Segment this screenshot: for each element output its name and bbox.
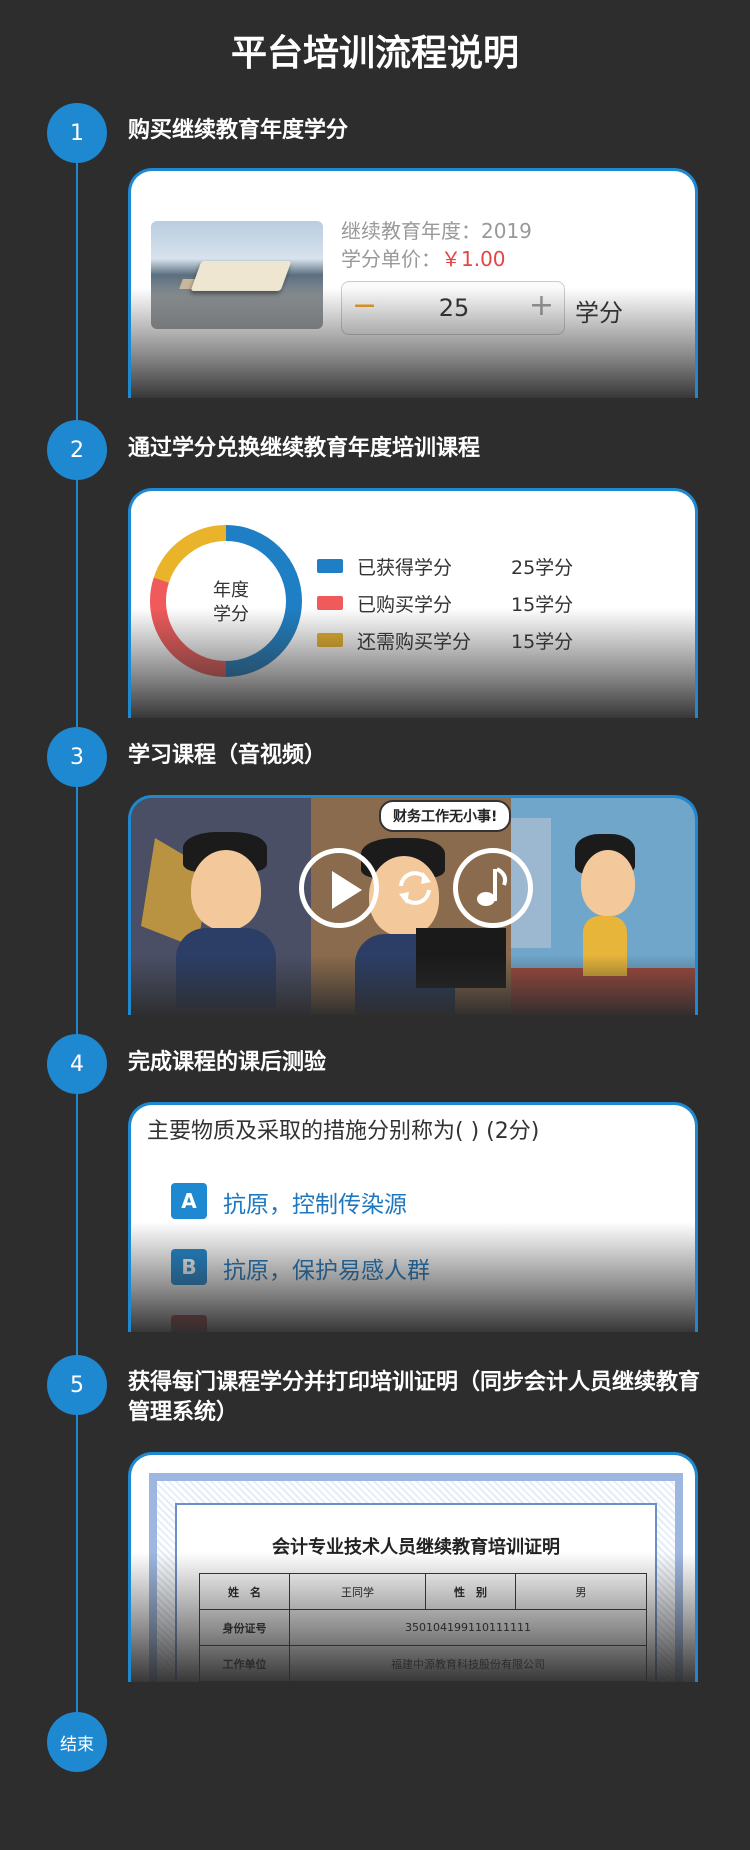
certificate: 会计专业技术人员继续教育培训证明 姓 名 王同学 性 别 男 身份证号 3501… (149, 1473, 683, 1682)
option-b-letter[interactable]: B (171, 1249, 207, 1285)
purchase-card: 继续教育年度：2019 学分单价：￥1.00 − 25 + 学分 (128, 168, 698, 398)
step-4-circle: 4 (47, 1034, 107, 1094)
step-1-circle: 1 (47, 103, 107, 163)
legend-swatch-needed (317, 633, 343, 647)
step-4-title: 完成课程的课后测验 (128, 1050, 327, 1075)
step-5-circle: 5 (47, 1355, 107, 1415)
legend-name-needed: 还需购买学分 (357, 631, 472, 653)
step-2-circle: 2 (47, 420, 107, 480)
id-label: 身份证号 (199, 1609, 290, 1646)
name-label: 姓 名 (199, 1573, 290, 1610)
year-label: 继续教育年度：2019 (341, 219, 532, 243)
price-value: ￥1.00 (441, 247, 506, 271)
legend-swatch-bought (317, 596, 343, 610)
price-label: 学分单价： (341, 247, 441, 271)
table-row: 姓 名 王同学 性 别 男 (199, 1573, 647, 1610)
legend-name-earned: 已获得学分 (357, 557, 453, 579)
step-1-title: 购买继续教育年度学分 (128, 118, 349, 143)
quiz-question: 主要物质及采取的措施分别称为( ) (2分) (147, 1119, 540, 1144)
table-row: 工作单位 福建中源教育科技股份有限公司 (199, 1645, 647, 1682)
speech-bubble: 财务工作无小事! (379, 800, 512, 832)
price-row: 学分单价：￥1.00 (341, 243, 506, 272)
donut-center-label: 年度 学分 (191, 579, 271, 627)
refresh-icon (399, 871, 431, 905)
unit-label: 工作单位 (199, 1645, 290, 1682)
donut-label-line2: 学分 (213, 604, 249, 625)
audio-button[interactable] (453, 848, 533, 928)
option-a-text[interactable]: 抗原，控制传染源 (223, 1185, 407, 1219)
credits-card: 年度学分 已获得学分 25学分 已购买学分 15学分 还需购买学分 15学分 (128, 488, 698, 718)
certificate-title: 会计专业技术人员继续教育培训证明 (272, 1537, 560, 1558)
table-row: 身份证号 350104199110111111 (199, 1609, 647, 1646)
donut-arc-needed (153, 525, 227, 583)
unit-label: 学分 (575, 299, 623, 327)
unit-value: 福建中源教育科技股份有限公司 (289, 1645, 647, 1682)
quiz-card: 主要物质及采取的措施分别称为( ) (2分) A 抗原，控制传染源 B 抗原，保… (128, 1102, 698, 1332)
option-b-text[interactable]: 抗原，保护易感人群 (223, 1251, 430, 1285)
monitor-shape (416, 928, 506, 988)
id-value: 350104199110111111 (289, 1609, 647, 1646)
play-button[interactable] (299, 848, 379, 928)
legend-value-earned: 25学分 (511, 557, 574, 579)
legend-swatch-earned (317, 559, 343, 573)
donut-label-line1: 年度 (213, 580, 249, 601)
legend-value-bought: 15学分 (511, 594, 574, 616)
increment-button[interactable]: + (529, 288, 554, 323)
video-card: 财务工作无小事! (128, 795, 698, 1015)
music-note-icon (477, 867, 508, 906)
option-a-letter[interactable]: A (171, 1183, 207, 1219)
step-2-title: 通过学分兑换继续教育年度培训课程 (128, 436, 481, 461)
option-c-letter (171, 1315, 207, 1332)
timeline-line (76, 130, 78, 1740)
video-panel-right (511, 798, 695, 1015)
legend-name-bought: 已购买学分 (357, 594, 453, 616)
legend-value-needed: 15学分 (511, 631, 574, 653)
step-3-title: 学习课程（音视频） (128, 743, 327, 768)
certificate-card: 会计专业技术人员继续教育培训证明 姓 名 王同学 性 别 男 身份证号 3501… (128, 1452, 698, 1682)
gender-label: 性 别 (425, 1573, 516, 1610)
play-icon (332, 871, 362, 909)
video-panel-left (131, 798, 311, 1015)
book-image (151, 221, 323, 329)
end-circle: 结束 (47, 1712, 107, 1772)
certificate-table: 姓 名 王同学 性 别 男 身份证号 350104199110111111 工作… (199, 1573, 647, 1682)
page-title: 平台培训流程说明 (230, 33, 519, 74)
gender-value: 男 (515, 1573, 647, 1610)
step-5-title: 获得每门课程学分并打印培训证明（同步会计人员继续教育管理系统） (128, 1370, 701, 1425)
name-value: 王同学 (289, 1573, 426, 1610)
quantity-stepper: − 25 + (341, 281, 565, 335)
certificate-inner: 会计专业技术人员继续教育培训证明 姓 名 王同学 性 别 男 身份证号 3501… (175, 1503, 657, 1682)
step-3-circle: 3 (47, 727, 107, 787)
runner-body (583, 916, 627, 976)
switch-button[interactable] (393, 866, 437, 910)
